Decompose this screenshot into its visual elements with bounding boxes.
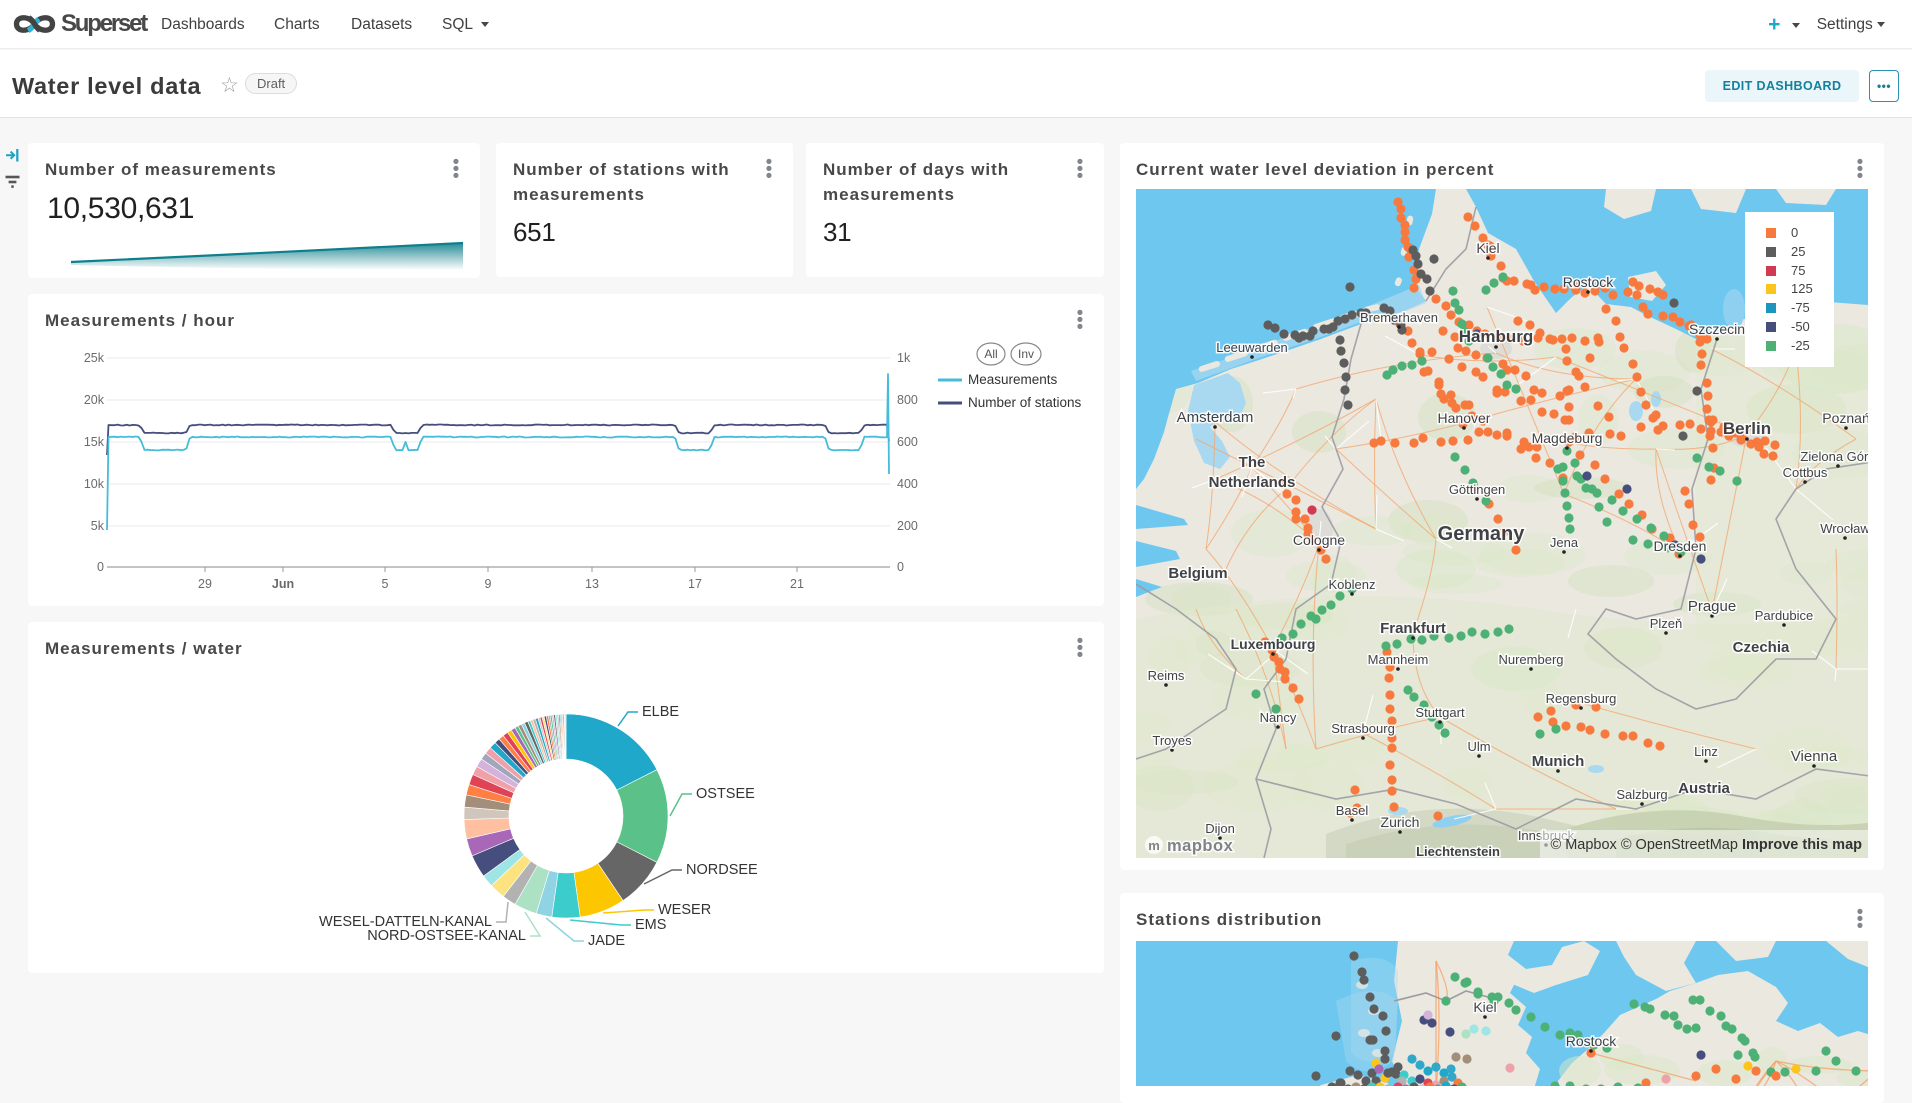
svg-text:21: 21	[790, 577, 804, 591]
svg-text:10k: 10k	[84, 477, 105, 491]
svg-text:Jun: Jun	[272, 577, 294, 591]
svg-text:15k: 15k	[84, 435, 105, 449]
svg-text:-75: -75	[1791, 300, 1810, 315]
svg-text:Hanover: Hanover	[1438, 410, 1491, 426]
svg-text:Czechia: Czechia	[1733, 639, 1790, 656]
svg-text:Vienna: Vienna	[1791, 748, 1838, 765]
svg-text:0: 0	[897, 560, 904, 574]
svg-text:m: m	[1148, 838, 1160, 853]
svg-text:17: 17	[688, 577, 702, 591]
svg-text:0: 0	[97, 560, 104, 574]
svg-text:Nancy: Nancy	[1260, 710, 1297, 725]
svg-text:25k: 25k	[84, 351, 105, 365]
svg-text:The: The	[1239, 454, 1266, 471]
svg-text:800: 800	[897, 393, 918, 407]
svg-text:WESEL-DATTELN-KANAL: WESEL-DATTELN-KANAL	[319, 914, 492, 930]
svg-text:ELBE: ELBE	[642, 704, 679, 720]
svg-text:Göttingen: Göttingen	[1449, 482, 1505, 497]
svg-text:Zielona Góra: Zielona Góra	[1800, 449, 1868, 464]
svg-text:29: 29	[198, 577, 212, 591]
svg-text:5k: 5k	[91, 519, 105, 533]
svg-text:Berlin: Berlin	[1723, 419, 1771, 438]
svg-text:Kiel: Kiel	[1473, 999, 1496, 1015]
svg-text:Leeuwarden: Leeuwarden	[1216, 340, 1288, 355]
svg-text:Measurements: Measurements	[968, 372, 1058, 387]
svg-text:Rostock: Rostock	[1566, 1033, 1618, 1049]
svg-text:-25: -25	[1791, 338, 1810, 353]
svg-text:EMS: EMS	[635, 917, 666, 933]
svg-text:Strasbourg: Strasbourg	[1331, 721, 1395, 736]
svg-text:125: 125	[1791, 281, 1813, 296]
svg-text:Frankfurt: Frankfurt	[1380, 620, 1446, 637]
svg-text:mapbox: mapbox	[1167, 837, 1234, 855]
svg-text:Linz: Linz	[1694, 744, 1718, 759]
svg-text:400: 400	[897, 477, 918, 491]
svg-text:Mannheim: Mannheim	[1368, 652, 1429, 667]
svg-text:-50: -50	[1791, 319, 1810, 334]
svg-text:Prague: Prague	[1688, 598, 1736, 615]
svg-text:NORDSEE: NORDSEE	[686, 862, 758, 878]
svg-text:Austria: Austria	[1678, 780, 1730, 797]
svg-text:200: 200	[897, 519, 918, 533]
svg-text:Amsterdam: Amsterdam	[1177, 409, 1254, 426]
svg-text:Koblenz: Koblenz	[1329, 577, 1376, 592]
svg-text:0: 0	[1791, 225, 1798, 240]
svg-text:5: 5	[382, 577, 389, 591]
svg-text:© Mapbox © OpenStreetMap Impro: © Mapbox © OpenStreetMap Improve this ma…	[1551, 837, 1863, 853]
svg-text:Szczecin: Szczecin	[1689, 321, 1745, 337]
svg-text:NORD-OSTSEE-KANAL: NORD-OSTSEE-KANAL	[367, 928, 526, 944]
svg-text:Poznań: Poznań	[1822, 410, 1868, 426]
svg-text:Cottbus: Cottbus	[1783, 465, 1828, 480]
svg-text:OSTSEE: OSTSEE	[696, 786, 755, 802]
svg-text:Liechtenstein: Liechtenstein	[1416, 844, 1500, 858]
svg-text:Cologne: Cologne	[1293, 532, 1345, 548]
svg-text:Magdeburg: Magdeburg	[1532, 430, 1603, 446]
svg-text:WESER: WESER	[658, 902, 711, 918]
svg-text:Reims: Reims	[1148, 668, 1185, 683]
svg-text:Regensburg: Regensburg	[1546, 691, 1617, 706]
svg-text:Inv: Inv	[1018, 347, 1034, 361]
svg-text:20k: 20k	[84, 393, 105, 407]
svg-text:Germany: Germany	[1438, 523, 1526, 545]
svg-text:Luxembourg: Luxembourg	[1231, 636, 1316, 652]
svg-text:Ulm: Ulm	[1467, 739, 1490, 754]
svg-text:Plzeň: Plzeň	[1650, 616, 1683, 631]
svg-text:Zurich: Zurich	[1381, 814, 1420, 830]
svg-text:Number of stations: Number of stations	[968, 395, 1082, 410]
svg-text:Troyes: Troyes	[1152, 733, 1192, 748]
svg-text:75: 75	[1791, 263, 1805, 278]
svg-text:Nuremberg: Nuremberg	[1498, 652, 1563, 667]
svg-text:Belgium: Belgium	[1168, 565, 1227, 582]
svg-text:Netherlands: Netherlands	[1209, 474, 1296, 491]
svg-text:Bremerhaven: Bremerhaven	[1360, 310, 1438, 325]
svg-text:9: 9	[485, 577, 492, 591]
svg-text:Dresden: Dresden	[1654, 538, 1707, 554]
svg-text:25: 25	[1791, 244, 1805, 259]
svg-text:1k: 1k	[897, 351, 911, 365]
svg-text:Jena: Jena	[1550, 535, 1579, 550]
svg-text:Kiel: Kiel	[1476, 240, 1499, 256]
svg-text:Pardubice: Pardubice	[1755, 608, 1814, 623]
svg-text:Salzburg: Salzburg	[1616, 787, 1667, 802]
svg-text:Basel: Basel	[1336, 803, 1369, 818]
svg-text:Wrocław: Wrocław	[1820, 521, 1868, 536]
svg-text:All: All	[984, 347, 997, 361]
svg-text:Munich: Munich	[1532, 753, 1585, 770]
svg-text:600: 600	[897, 435, 918, 449]
svg-text:13: 13	[585, 577, 599, 591]
svg-text:Dijon: Dijon	[1205, 821, 1235, 836]
svg-text:Rostock: Rostock	[1563, 274, 1615, 290]
svg-text:JADE: JADE	[588, 933, 625, 949]
svg-text:Hamburg: Hamburg	[1459, 327, 1534, 346]
svg-text:Stuttgart: Stuttgart	[1415, 705, 1465, 720]
